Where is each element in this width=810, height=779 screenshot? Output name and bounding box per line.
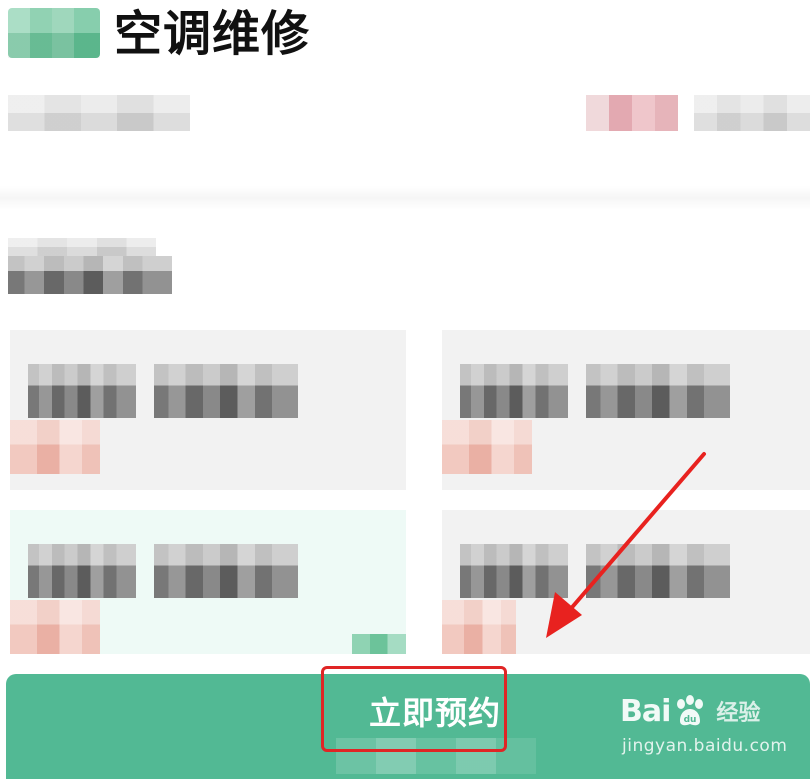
redacted-option-name: [28, 364, 136, 418]
selected-check-tag: [352, 634, 406, 654]
redacted-option-name: [154, 364, 298, 418]
service-option-card-3-selected[interactable]: [10, 510, 406, 654]
redacted-option-price: [10, 420, 100, 474]
redacted-header-icon[interactable]: [8, 8, 100, 58]
redacted-option-name: [28, 544, 136, 598]
page-title: 空调维修: [114, 6, 311, 62]
redacted-info-left: [8, 95, 190, 131]
service-option-card-1[interactable]: [10, 330, 406, 490]
redacted-option-name: [586, 544, 730, 598]
redacted-option-price: [10, 600, 100, 654]
redacted-option-name: [460, 364, 568, 418]
service-option-card-2[interactable]: [442, 330, 810, 490]
redacted-section-caption: [8, 238, 156, 256]
app-screen: 空调维修 立即预约 Bai du 经验 jingyan.baidu.com: [0, 0, 810, 779]
redacted-option-name: [460, 544, 568, 598]
redacted-info-badge: [586, 95, 678, 131]
redacted-option-price: [442, 420, 532, 474]
redacted-bar-detail: [336, 738, 536, 774]
section-divider: [0, 186, 810, 210]
service-option-card-4[interactable]: [442, 510, 810, 654]
redacted-section-heading: [8, 256, 172, 294]
redacted-option-name: [586, 364, 730, 418]
redacted-option-name: [154, 544, 298, 598]
redacted-info-right: [694, 95, 810, 131]
redacted-option-price: [442, 600, 516, 654]
book-now-label: 立即预约: [368, 695, 501, 731]
book-now-button[interactable]: 立即预约: [6, 674, 810, 779]
